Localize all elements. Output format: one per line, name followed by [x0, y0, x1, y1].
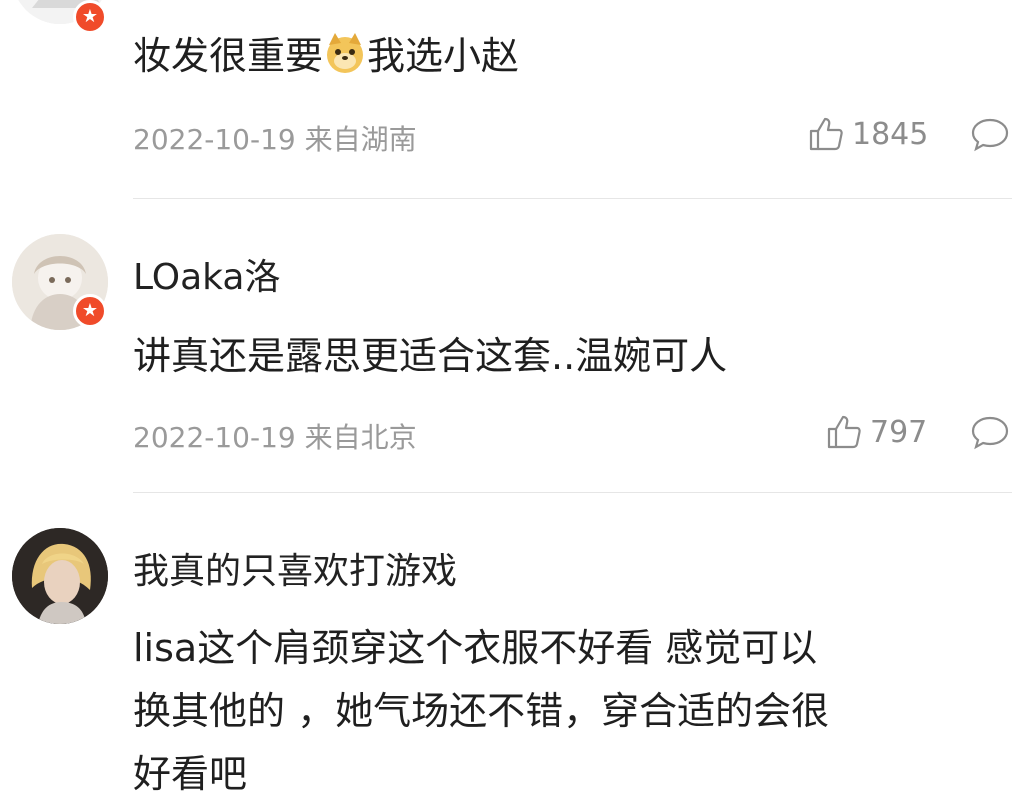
comment-text-line: 好看吧	[133, 752, 248, 796]
divider	[133, 492, 1012, 493]
comment-item: ★ 妆发很重要 我选小赵 2022-10-19 来自湖南 1845	[0, 0, 1012, 200]
comment-date: 2022-10-19	[133, 123, 296, 156]
star-badge-icon: ★	[73, 0, 107, 34]
star-badge-icon: ★	[73, 294, 107, 328]
username[interactable]: LOaka洛	[133, 248, 280, 300]
divider	[133, 198, 1012, 199]
comment-text: 讲真还是露思更适合这套..温婉可人	[133, 334, 728, 378]
comment-meta: 2022-10-19 来自湖南	[133, 118, 417, 158]
comment-bubble-icon[interactable]	[970, 414, 1010, 450]
thumbs-up-icon	[809, 117, 843, 151]
comment-meta: 2022-10-19 来自北京	[133, 416, 417, 456]
comment-bubble-icon[interactable]	[970, 116, 1010, 152]
like-button[interactable]: 1845	[808, 116, 928, 152]
avatar[interactable]	[12, 528, 108, 624]
username[interactable]: 我真的只喜欢打游戏	[133, 542, 457, 594]
doge-emoji-icon	[327, 33, 364, 73]
like-button[interactable]: 797	[826, 414, 927, 450]
comment-text-line: 换其他的 ，她气场还不错，穿合适的会很	[133, 689, 830, 733]
like-count: 1845	[852, 116, 929, 152]
comment-item: ★ LOaka洛 讲真还是露思更适合这套..温婉可人 2022-10-19 来自…	[0, 200, 1012, 494]
comment-date: 2022-10-19	[133, 421, 296, 454]
thumbs-up-icon	[827, 415, 861, 449]
comment-location: 来自湖南	[304, 123, 417, 156]
comment-location: 来自北京	[304, 421, 417, 454]
comment-text-line: lisa这个肩颈穿这个衣服不好看 感觉可以	[133, 626, 818, 670]
comment-item: 我真的只喜欢打游戏 lisa这个肩颈穿这个衣服不好看 感觉可以 换其他的 ，她气…	[0, 494, 1012, 807]
like-count: 797	[870, 414, 928, 450]
comment-text: 妆发很重要 我选小赵	[133, 28, 519, 84]
